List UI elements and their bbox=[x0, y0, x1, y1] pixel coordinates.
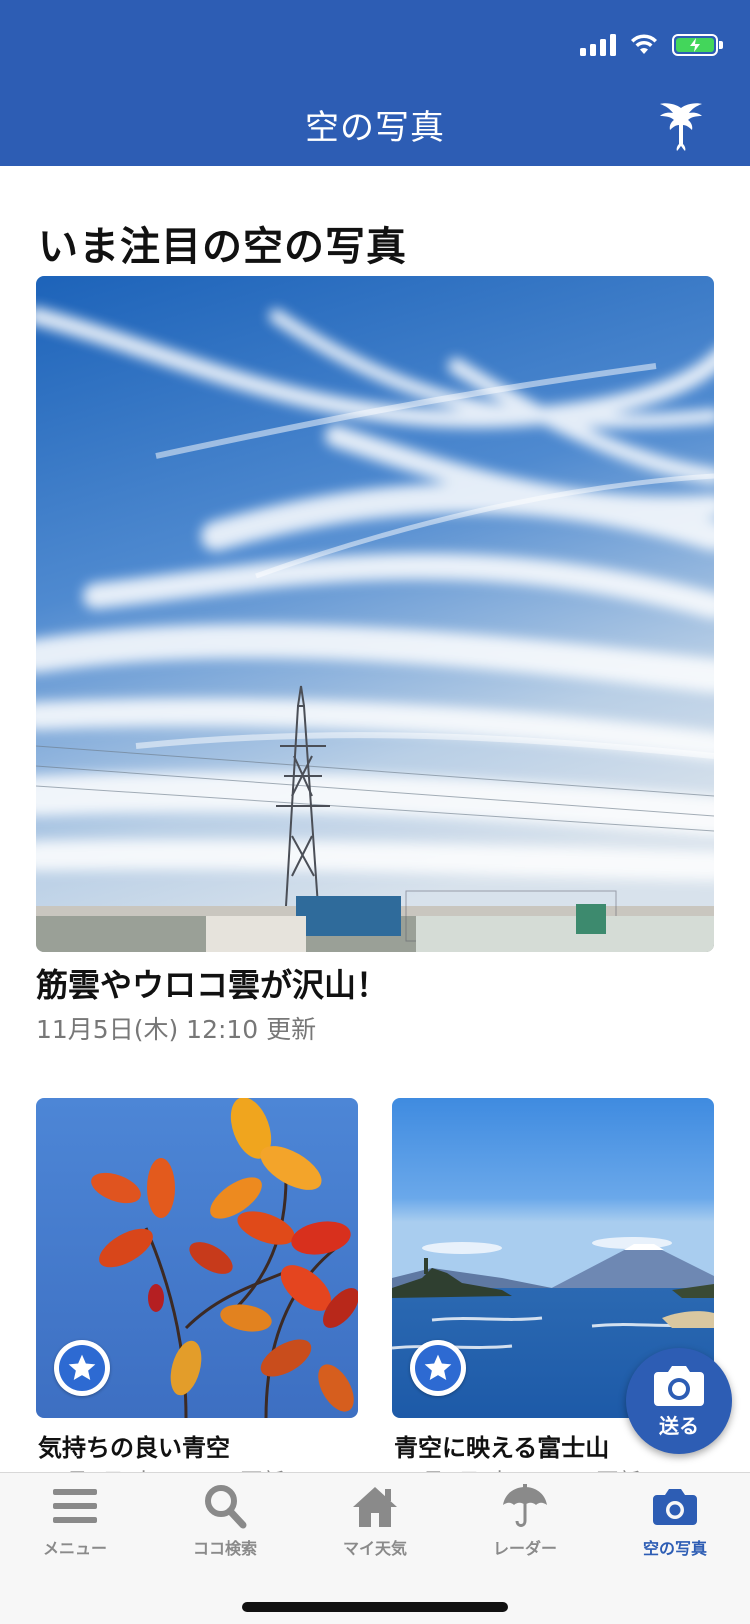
card-caption[interactable]: 青空に映える富士山 bbox=[394, 1428, 609, 1463]
photo-card-autumn-leaves[interactable] bbox=[36, 1098, 358, 1418]
featured-star-badge bbox=[54, 1340, 110, 1396]
page-title: 空の写真 bbox=[305, 108, 445, 148]
camera-icon bbox=[653, 1489, 697, 1525]
featured-caption[interactable]: 筋雲やウロコ雲が沢山！ bbox=[36, 960, 388, 1006]
send-button-label: 送る bbox=[659, 1413, 699, 1438]
card-caption[interactable]: 気持ちの良い青空 bbox=[38, 1428, 230, 1463]
signal-icon bbox=[580, 34, 616, 56]
camera-icon bbox=[654, 1365, 704, 1406]
tab-label: メニュー bbox=[42, 1539, 107, 1558]
status-bar bbox=[580, 30, 723, 60]
phoenix-logo-icon[interactable] bbox=[658, 100, 704, 152]
search-icon bbox=[205, 1485, 247, 1529]
menu-icon bbox=[53, 1489, 97, 1523]
home-icon bbox=[353, 1487, 397, 1527]
tab-label: ココ検索 bbox=[192, 1539, 257, 1558]
featured-updated-time: 11月5日(木) 12:10 更新 bbox=[36, 1015, 317, 1044]
tab-sky-photos[interactable]: 空の写真 bbox=[600, 1483, 750, 1559]
tab-radar[interactable]: レーダー bbox=[450, 1483, 600, 1559]
battery-charging-icon bbox=[672, 34, 723, 56]
wifi-icon bbox=[631, 34, 657, 54]
tab-menu[interactable]: メニュー bbox=[0, 1483, 150, 1559]
featured-photo[interactable] bbox=[36, 276, 714, 952]
star-icon bbox=[424, 1354, 452, 1380]
featured-star-badge bbox=[410, 1340, 466, 1396]
home-indicator[interactable] bbox=[242, 1602, 508, 1612]
tab-location-search[interactable]: ココ検索 bbox=[150, 1483, 300, 1559]
umbrella-icon bbox=[503, 1484, 547, 1527]
app-header: 空の写真 bbox=[0, 0, 750, 166]
tab-label: マイ天気 bbox=[342, 1539, 407, 1558]
section-title: いま注目の空の写真 bbox=[38, 224, 407, 270]
tab-label: 空の写真 bbox=[642, 1539, 707, 1558]
tab-my-weather[interactable]: マイ天気 bbox=[300, 1483, 450, 1559]
star-icon bbox=[68, 1354, 96, 1380]
tab-label: レーダー bbox=[492, 1539, 557, 1558]
send-photo-button[interactable]: 送る bbox=[626, 1348, 732, 1454]
